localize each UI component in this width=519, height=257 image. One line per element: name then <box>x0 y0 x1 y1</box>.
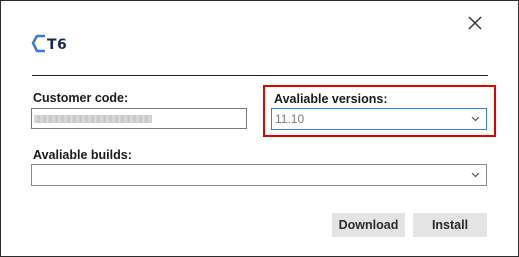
versions-dropdown[interactable]: 11.10 <box>271 108 487 130</box>
close-icon[interactable] <box>467 15 483 31</box>
dialog-window: T6 Customer code: Avaliable versions: 11… <box>0 0 519 257</box>
install-button[interactable]: Install <box>413 213 487 237</box>
versions-selected-value: 11.10 <box>275 112 305 126</box>
logo-text: T6 <box>47 37 68 53</box>
header-divider <box>32 75 488 76</box>
chevron-down-icon <box>471 116 480 122</box>
versions-label: Avaliable versions: <box>274 92 388 106</box>
download-button[interactable]: Download <box>332 213 405 237</box>
masked-customer-code <box>34 115 152 123</box>
chevron-down-icon <box>471 172 480 178</box>
builds-dropdown[interactable] <box>31 164 487 186</box>
builds-label: Avaliable builds: <box>33 148 132 162</box>
customer-code-field[interactable] <box>31 108 247 129</box>
customer-code-label: Customer code: <box>33 91 129 105</box>
